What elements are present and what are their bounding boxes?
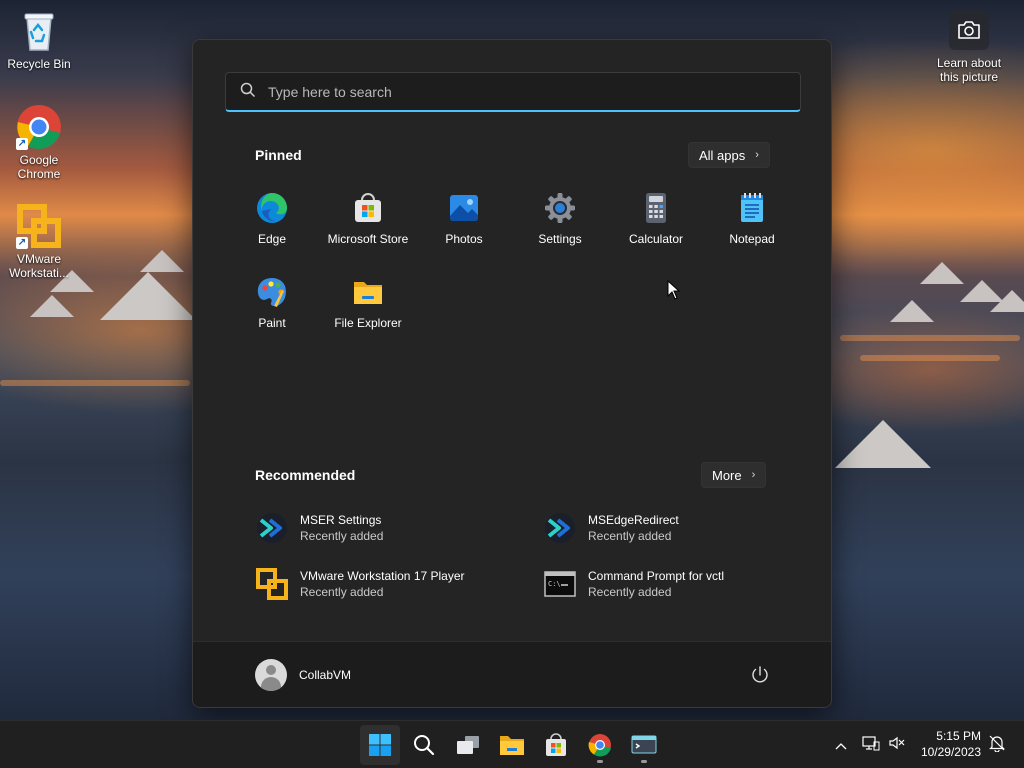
learn-about-picture[interactable]: Learn about this picture [934,10,1004,84]
taskbar-terminal-button[interactable] [624,725,664,765]
app-label: Settings [538,232,582,246]
taskbar-clock[interactable]: 5:15 PM 10/29/2023 [921,728,981,760]
file-explorer-icon [500,736,524,755]
start-search-box[interactable] [225,72,801,112]
app-label: File Explorer [334,316,402,330]
pinned-app-photos[interactable]: Photos [416,186,512,256]
recommended-title: Recommended [255,467,356,483]
taskbar-microsoft-store-button[interactable] [536,725,576,765]
running-indicator [641,760,647,763]
taskbar-search-button[interactable] [404,725,444,765]
task-view-icon [457,736,479,754]
taskbar-task-view-button[interactable] [448,725,488,765]
power-icon [752,666,768,683]
learn-about-picture-label: Learn about this picture [936,56,1002,84]
volume-muted-icon[interactable] [888,735,908,755]
edge-icon [256,192,288,224]
chrome-icon: ↗ [16,104,62,150]
app-label: Calculator [628,232,684,246]
pinned-app-microsoft-store[interactable]: Microsoft Store [320,186,416,256]
avatar [255,659,287,691]
app-label: Photos [445,232,483,246]
start-menu: Pinned All apps › Edge [192,39,832,708]
clock-date: 10/29/2023 [920,745,981,759]
desktop-icon-recycle-bin[interactable]: Recycle Bin [1,8,77,71]
more-label: More [712,467,742,483]
search-icon [414,735,435,756]
chrome-icon [588,734,611,757]
recommended-item-vmware[interactable]: VMware Workstation 17 Player Recently ad… [256,562,526,606]
recycle-bin-icon [16,8,62,54]
taskbar-file-explorer-button[interactable] [492,725,532,765]
power-button[interactable] [749,664,771,686]
recommended-item-command-prompt[interactable]: C:\ Command Prompt for vctl Recently add… [544,562,814,606]
user-name: CollabVM [299,668,352,682]
desktop-icon-label: Recycle Bin [7,57,71,71]
taskbar-start-button[interactable] [360,725,400,765]
taskbar: 5:15 PM 10/29/2023 [0,720,1024,768]
pinned-app-paint[interactable]: Paint [224,270,320,340]
chevron-right-icon: › [755,149,759,161]
show-hidden-icons-chevron-icon[interactable] [834,736,854,755]
recommended-item-name: MSEdgeRedirect [588,513,679,527]
desktop-icon-label: VMware Workstati... [9,252,69,280]
desktop-icon-label: Google Chrome [17,153,61,181]
start-menu-footer: CollabVM [193,641,831,707]
pinned-app-edge[interactable]: Edge [224,186,320,256]
notepad-icon [736,192,768,224]
camera-icon [949,10,989,50]
taskbar-chrome-button[interactable] [580,725,620,765]
recommended-item-name: VMware Workstation 17 Player [300,569,465,583]
shortcut-arrow-icon: ↗ [16,237,28,249]
recommended-item-subtitle: Recently added [300,529,384,543]
vmware-icon: ↗ [16,203,62,249]
start-icon [369,734,391,756]
desktop-icon-vmware[interactable]: ↗ VMware Workstati... [1,203,77,280]
photos-icon [448,192,480,224]
recommended-item-name: MSER Settings [300,513,382,527]
terminal-icon [631,735,657,754]
desktop-icon-google-chrome[interactable]: ↗ Google Chrome [1,104,77,181]
microsoft-store-icon [546,733,566,756]
command-prompt-icon: C:\ [544,568,576,600]
pinned-app-settings[interactable]: Settings [512,186,608,256]
app-label: Edge [257,232,287,246]
recommended-item-msedgeredirect[interactable]: MSEdgeRedirect Recently added [544,506,814,550]
more-button[interactable]: More › [701,462,767,488]
pinned-title: Pinned [255,147,302,163]
running-indicator [597,760,603,763]
recommended-item-mser-settings[interactable]: MSER Settings Recently added [256,506,526,550]
notification-bell-icon[interactable] [988,734,1008,756]
app-label: Paint [258,316,286,330]
recommended-item-name: Command Prompt for vctl [588,569,725,583]
all-apps-button[interactable]: All apps › [688,142,770,168]
chevron-right-icon: › [751,469,756,481]
shortcut-arrow-icon: ↗ [16,138,28,150]
all-apps-label: All apps [699,147,746,163]
recommended-item-subtitle: Recently added [588,585,672,599]
msedgeredirect-icon [544,512,576,544]
vmware-icon [256,568,288,600]
folder-icon [352,276,384,308]
pinned-app-file-explorer[interactable]: File Explorer [320,270,416,340]
network-icon[interactable] [862,735,884,755]
paint-palette-icon [256,276,288,308]
clock-time: 5:15 PM [936,729,981,743]
recommended-item-subtitle: Recently added [300,585,384,599]
calculator-icon [640,192,672,224]
user-account-button[interactable]: CollabVM [255,658,351,692]
search-input[interactable] [268,83,768,100]
pinned-app-notepad[interactable]: Notepad [704,186,800,256]
search-icon [240,82,256,102]
recommended-item-subtitle: Recently added [588,529,672,543]
app-label: Microsoft Store [327,232,409,246]
pinned-app-calculator[interactable]: Calculator [608,186,704,256]
settings-gear-icon [544,192,576,224]
app-label: Notepad [729,232,775,246]
mser-icon [256,512,288,544]
microsoft-store-icon [352,192,384,224]
mouse-cursor-icon [667,279,681,304]
svg-text:C:\: C:\ [548,580,561,588]
